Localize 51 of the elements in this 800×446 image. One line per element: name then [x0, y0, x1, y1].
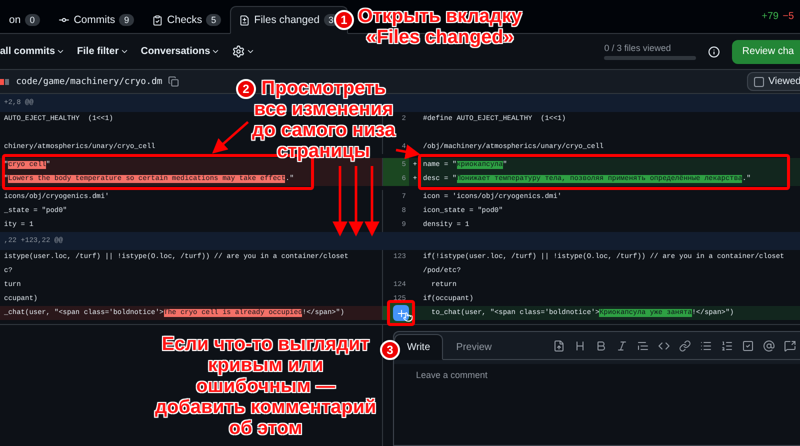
removed-lines-count: −5 — [782, 11, 794, 22]
arrow — [332, 166, 348, 236]
checklist-icon — [152, 14, 164, 26]
caret-icon — [211, 47, 220, 56]
task-list-icon[interactable] — [742, 340, 754, 352]
comment-field[interactable]: Leave a comment — [394, 364, 800, 445]
arrow — [364, 166, 380, 236]
tab-count: 9 — [119, 14, 134, 26]
caret-icon — [120, 47, 129, 56]
add-comment-button[interactable] — [393, 305, 409, 321]
reference-icon[interactable] — [784, 340, 796, 352]
copy-icon[interactable] — [168, 76, 180, 87]
tab-count: 0 — [24, 14, 40, 26]
arrow — [396, 144, 420, 160]
heading-icon[interactable] — [574, 340, 586, 352]
italic-icon[interactable] — [616, 340, 628, 352]
step-number: 3 — [380, 340, 400, 360]
quote-icon[interactable] — [637, 340, 649, 352]
numbered-list-icon[interactable] — [721, 340, 733, 352]
editor-tab[interactable]: Write — [394, 334, 444, 360]
file-diff-icon — [239, 14, 250, 26]
mention-icon[interactable] — [763, 340, 775, 352]
caret-icon — [246, 47, 256, 56]
diff-stat-icon — [0, 78, 10, 84]
tab-count: 5 — [206, 14, 222, 26]
tab[interactable]: Checks 5 — [143, 6, 230, 34]
filter-menu[interactable]: Conversations — [140, 46, 220, 57]
hand-cursor-icon — [403, 312, 413, 322]
code-icon[interactable] — [658, 340, 670, 352]
review-button[interactable]: Review cha — [732, 40, 800, 64]
file-path: code/game/machinery/cryo.dm — [16, 76, 162, 86]
annotation-text: Если что-то выглядит кривым или ошибочным — добавить комментарий об этом — [155, 334, 376, 439]
attach-file-icon[interactable] — [553, 340, 565, 352]
filter-menu[interactable]: File filter — [77, 46, 129, 57]
bold-icon[interactable] — [595, 340, 607, 352]
annotation-text: Открыть вкладку «Files changed» — [358, 6, 522, 48]
settings-menu[interactable] — [232, 45, 256, 58]
tab[interactable]: on 0 — [0, 6, 49, 34]
added-lines-count: +79 — [762, 11, 779, 22]
viewed-checkbox[interactable]: Viewed — [747, 72, 800, 91]
info-icon[interactable] — [708, 46, 720, 58]
tab[interactable]: Commits 9 — [48, 6, 144, 34]
filter-menu[interactable]: all commits — [0, 46, 66, 57]
gear-icon — [232, 45, 246, 58]
files-viewed-text: 0 / 3 files viewed — [604, 43, 672, 53]
editor-tab[interactable]: Preview — [443, 334, 505, 360]
link-icon[interactable] — [679, 340, 691, 352]
arrow — [212, 121, 249, 154]
plus-icon — [396, 308, 406, 318]
caret-icon — [56, 47, 66, 56]
arrow — [348, 166, 364, 236]
